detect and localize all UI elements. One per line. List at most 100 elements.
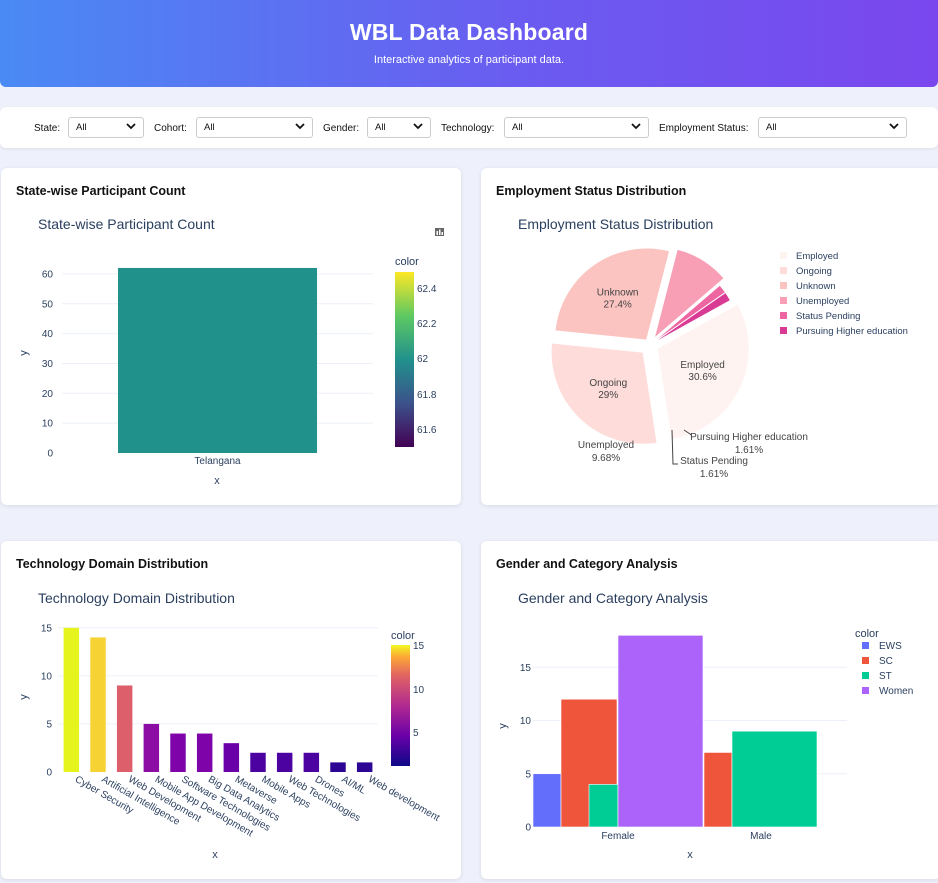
technology-colorbar-tick: 15 [413,641,425,652]
y-tick-label: 15 [41,623,53,634]
state-colorbar-tick: 61.8 [417,390,437,401]
legend-swatch [780,327,787,334]
technology-colorbar-title: color [391,630,415,642]
state-chart-card: State-wise Participant Count State-wise … [1,168,461,505]
bar [532,773,562,828]
slice-percent: 30.6% [688,372,716,383]
legend-swatch [862,687,869,694]
employment-filter-value: All [766,122,777,133]
bar [703,752,733,828]
legend-label: EWS [879,641,902,652]
bar [196,733,213,772]
legend-swatch [862,657,869,664]
y-tick-label: 0 [47,449,53,460]
cohort-filter-select[interactable]: All [196,117,313,138]
state-colorbar-tick: 62 [417,354,429,365]
page-title: WBL Data Dashboard [349,19,589,45]
bar [143,723,160,772]
slice-label: Status Pending [680,456,748,467]
y-tick-label: 10 [41,671,53,682]
bar [90,637,106,772]
state-colorbar [395,272,414,447]
state-colorbar-tick: 62.2 [417,319,437,330]
bar [356,762,373,772]
legend-label: Unknown [796,281,836,292]
cohort-filter-value: All [204,122,215,133]
dashboard-header: WBL Data Dashboard Interactive analytics… [0,0,938,87]
gender-y-axis-label: y [497,723,509,729]
state-x-axis-label: x [214,475,220,487]
chevron-down-icon [295,123,305,130]
slice-percent: 9.68% [592,453,620,464]
legend-label: Pursuing Higher education [796,326,908,337]
state-bar-chart: State-wise Participant Count 0 10 20 30 40 50… [18,216,444,487]
state-colorbar-tick: 61.6 [417,425,437,436]
technology-filter-label: Technology: [441,123,495,134]
bar [303,752,320,772]
legend-label: Ongoing [796,266,832,277]
technology-colorbar-tick: 10 [413,685,425,696]
gender-filter-value: All [375,122,386,133]
legend-label: Status Pending [796,311,860,322]
technology-colorbar-tick: 5 [413,728,419,739]
bar [63,627,80,772]
slice-label: Ongoing [589,378,627,389]
y-tick-label: 20 [42,389,54,400]
employment-chart-card: Employment Status Distribution Employmen… [481,168,938,505]
gender-chart-title: Gender and Category Analysis [518,590,708,606]
technology-bar-chart: Technology Domain Distribution 051015Cyb… [18,590,442,861]
legend-swatch [862,672,869,679]
legend-label: Women [879,686,913,697]
bar [223,743,240,772]
slice-label: Employed [680,360,724,371]
legend-swatch [780,252,787,259]
y-tick-label: 5 [525,769,531,780]
gender-filter-select[interactable]: All [367,117,431,138]
y-tick-label: 60 [42,269,54,280]
x-tick-label: Telangana [194,456,241,467]
technology-chart-title: Technology Domain Distribution [38,590,235,606]
legend-label: Unemployed [796,296,849,307]
y-tick-label: 5 [46,719,52,730]
slice-percent: 29% [598,390,618,401]
state-y-axis-label: y [18,350,30,356]
slice-percent: 27.4% [603,300,631,311]
bar [276,752,293,772]
gender-legend-title: color [855,628,879,640]
legend-swatch [862,642,869,649]
technology-x-axis-label: x [212,849,218,861]
gender-chart-card: Gender and Category Analysis Gender and … [481,541,938,879]
state-filter-select[interactable]: All [68,117,144,138]
state-chart-title: State-wise Participant Count [38,216,215,232]
technology-filter-select[interactable]: All [504,117,649,138]
page-subtitle: Interactive analytics of participant dat… [373,54,565,66]
legend-label: ST [879,671,892,682]
technology-chart-card: Technology Domain Distribution Technolog… [1,541,461,879]
employment-filter-select[interactable]: All [758,117,907,138]
bar [588,784,619,828]
technology-filter-value: All [512,122,523,133]
bar [731,730,818,828]
legend-swatch [780,297,787,304]
bar [117,267,318,453]
y-tick-label: 30 [42,359,54,370]
x-tick-label: Web development [366,774,441,824]
gender-filter-label: Gender: [323,123,360,134]
chevron-down-icon [126,123,136,130]
y-tick-label: 40 [42,329,54,340]
gender-x-axis-label: x [687,849,693,861]
y-tick-label: 10 [42,419,54,430]
slice-label: Pursuing Higher education [690,432,808,443]
legend-swatch [780,312,787,319]
legend-label: Employed [796,251,838,262]
x-tick-label: Male [750,831,772,842]
y-tick-label: 10 [520,716,532,727]
legend-label: SC [879,656,893,667]
bar [116,685,133,772]
chevron-down-icon [413,123,423,130]
y-tick-label: 0 [525,823,531,834]
legend-swatch [780,267,787,274]
x-tick-label: Female [601,831,635,842]
chart-toolbar-icon[interactable] [435,228,444,236]
cohort-filter-label: Cohort: [154,123,187,134]
